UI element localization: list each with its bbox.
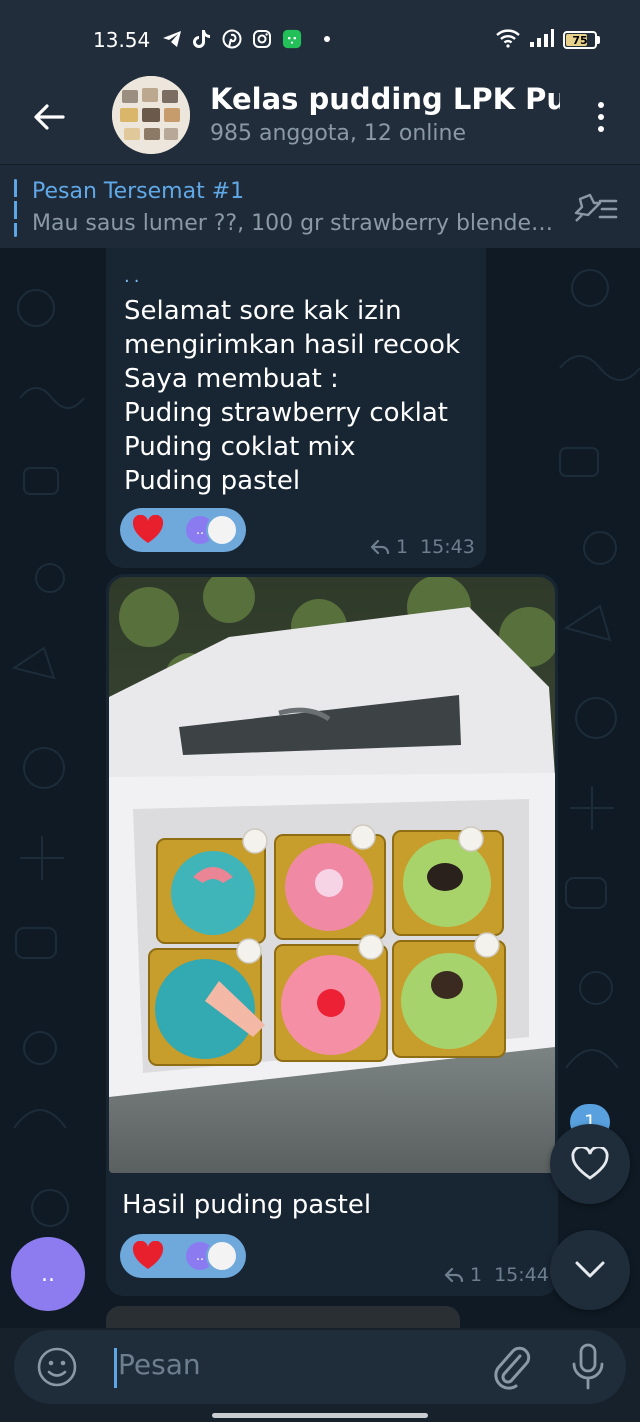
microphone-icon [572,1343,604,1390]
message-line: Saya membuat : [124,364,339,394]
pinned-indicator [14,179,17,237]
heart-reaction-icon [130,512,166,548]
back-button[interactable] [28,96,70,138]
group-member-count: 985 anggota, 12 online [210,121,466,146]
heart-outline-icon [571,1147,609,1180]
group-avatar[interactable] [112,76,190,154]
reaction-chip[interactable]: .. [120,1234,246,1278]
status-indicators: 75 [495,28,600,52]
notification-dot [324,36,330,42]
tiktok-icon [192,29,212,49]
message-bubble-partial[interactable] [106,1306,460,1328]
chat-area[interactable]: .. Selamat sore kak izin mengirimkan has… [0,248,640,1328]
emoji-button[interactable] [36,1346,78,1388]
reaction-chip[interactable]: .. [120,508,246,552]
pinned-title: Pesan Tersemat #1 [32,179,245,204]
group-title[interactable]: Kelas pudding LPK Purwokerto [210,82,560,116]
sender-avatar[interactable]: .. [11,1237,85,1311]
battery-icon: 75 [563,31,600,49]
wechat-icon [282,29,302,49]
attach-button[interactable] [490,1344,534,1390]
home-indicator[interactable] [212,1413,428,1418]
message-meta: 1 15:44 [444,1264,549,1286]
message-line: mengirimkan hasil recook [124,330,460,360]
status-bar: 13.54 75 [0,0,640,76]
pinterest-icon [222,29,242,49]
message-line: Puding strawberry coklat [124,398,448,428]
message-text: Selamat sore kak izin mengirimkan hasil … [124,294,474,498]
message-line: Selamat sore kak izin [124,296,402,326]
reply-icon [370,539,390,555]
pudding-photo[interactable] [109,577,555,1173]
message-input-bar: Pesan [14,1330,626,1404]
smiley-icon [37,1347,77,1387]
chat-header: Kelas pudding LPK Purwokerto 985 anggota… [0,76,640,164]
message-time: 15:43 [420,536,475,558]
message-input[interactable]: Pesan [118,1348,201,1381]
more-menu-button[interactable] [586,94,616,140]
heart-reaction-icon [130,1238,166,1274]
status-time: 13.54 [93,28,151,52]
reply-count[interactable]: 1 [396,536,408,558]
arrow-left-icon [34,104,65,130]
voice-record-button[interactable] [568,1342,608,1392]
message-time: 15:44 [494,1264,549,1286]
pinned-message-bar[interactable]: Pesan Tersemat #1 Mau saus lumer ??, 100… [0,164,640,248]
sender-name: .. [124,266,144,287]
text-cursor [114,1348,117,1388]
pin-list-icon [574,193,618,222]
message-line: Puding pastel [124,466,301,496]
reply-icon [444,1267,464,1283]
pinned-preview: Mau saus lumer ??, 100 gr strawberry ble… [32,211,557,236]
reactions-jump-button[interactable] [550,1124,630,1204]
paperclip-icon [494,1346,531,1390]
chevron-down-icon [575,1261,605,1278]
instagram-icon [252,29,272,49]
message-meta: 1 15:43 [370,536,475,558]
message-bubble-photo[interactable]: Hasil puding pastel .. 1 15:44 [106,574,558,1296]
status-app-icons [162,29,330,49]
telegram-icon [162,29,182,49]
reaction-user-avatar [206,514,238,546]
signal-icon [529,28,555,52]
reply-count[interactable]: 1 [470,1264,482,1286]
battery-level: 75 [572,33,588,47]
unpin-list-button[interactable] [572,191,620,225]
reaction-user-avatar [206,1240,238,1272]
photo-caption: Hasil puding pastel [122,1190,372,1220]
message-line: Puding coklat mix [124,432,356,462]
message-bubble-text[interactable]: .. Selamat sore kak izin mengirimkan has… [106,248,486,568]
scroll-down-button[interactable] [550,1230,630,1310]
wifi-icon [495,28,521,52]
